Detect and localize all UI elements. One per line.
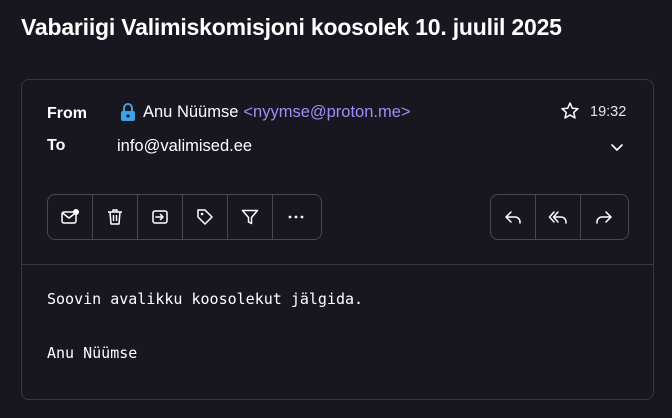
forward-button[interactable] [581,195,626,239]
tag-icon [197,209,213,225]
sender[interactable]: Anu Nüümse <nyymse@proton.me> [119,102,411,122]
more-icon [288,215,303,219]
move-icon [152,210,168,224]
email-signature: Anu Nüümse [47,344,138,362]
move-button[interactable] [138,195,183,239]
label-button[interactable] [183,195,228,239]
to-label: To [47,137,66,154]
filter-button[interactable] [228,195,273,239]
reply-button[interactable] [491,195,536,239]
reply-all-button[interactable] [536,195,581,239]
to-address[interactable]: info@valimised.ee [117,137,252,156]
header-divider [22,264,653,265]
delete-button[interactable] [93,195,138,239]
reply-icon [505,211,521,224]
mark-unread-button[interactable] [48,195,93,239]
from-label: From [47,105,87,122]
reply-all-icon [548,211,567,224]
forward-icon [595,211,612,224]
more-button[interactable] [273,195,318,239]
email-subject: Vabariigi Valimiskomisjoni koosolek 10. … [21,14,562,40]
chevron-down-icon[interactable] [608,138,626,156]
email-time: 19:32 [590,104,627,120]
lock-icon [119,102,137,122]
mark-unread-icon [61,209,79,224]
trash-icon [108,209,122,225]
email-body-line: Soovin avalikku koosolekut jälgida. [47,290,364,308]
sender-name: Anu Nüümse [143,102,239,121]
sender-address[interactable]: <nyymse@proton.me> [243,103,410,122]
star-icon[interactable] [560,101,580,121]
filter-icon [241,209,259,225]
reply-actions-toolbar [490,194,629,240]
email-card: From Anu Nüümse <nyymse@proton.me> 19:32… [21,79,654,400]
message-actions-toolbar [47,194,322,240]
